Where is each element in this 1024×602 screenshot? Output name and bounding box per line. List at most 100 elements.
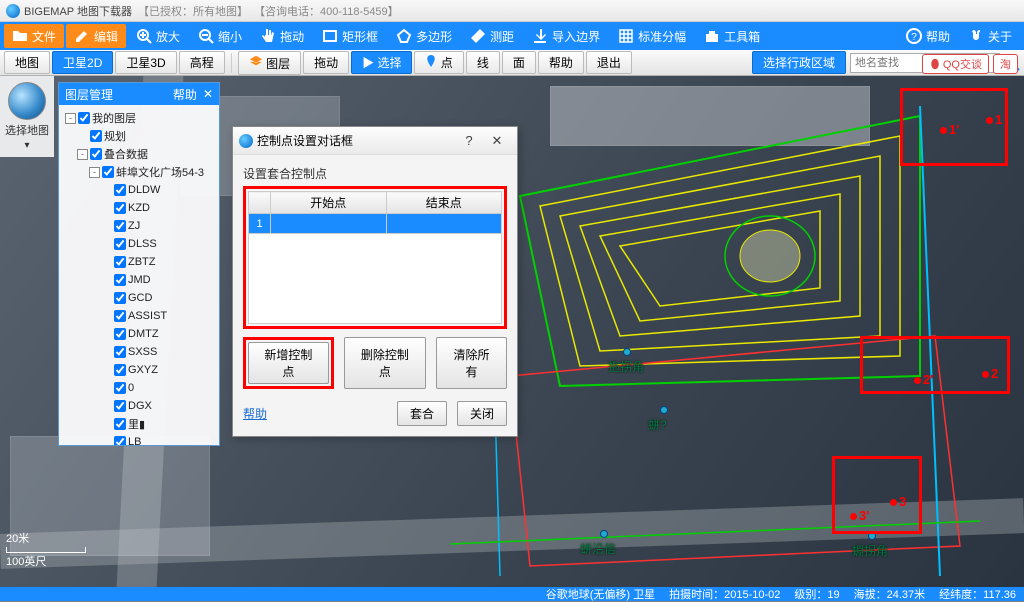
cell-end[interactable]	[386, 214, 502, 234]
tree-item-dgx[interactable]: DGX	[61, 397, 217, 415]
sat3d-tab[interactable]: 卫星3D	[115, 51, 176, 74]
tree-item-zbtz[interactable]: ZBTZ	[61, 253, 217, 271]
clear-all-button[interactable]: 清除所有	[436, 337, 507, 389]
status-bar: 谷歌地球(无偏移) 卫星 拍摄时间：2015-10-02 级别：19 海拔：24…	[0, 587, 1024, 601]
qq-chat-button[interactable]: QQ交谈	[922, 54, 989, 74]
close-button[interactable]: 关闭	[457, 401, 507, 426]
tree-checkbox[interactable]	[114, 238, 126, 250]
tree-item-lb[interactable]: LB	[61, 433, 217, 445]
layers-button[interactable]: 图层	[238, 51, 301, 75]
tree-toggle-icon[interactable]: -	[65, 113, 76, 124]
map-canvas[interactable]: 1 1' 2 2' 3 3' 拖拐角 蛢? 蛢沿信 蜵拐角 图层管理 帮助 ✕ …	[0, 76, 1024, 587]
tree-item-kzd[interactable]: KZD	[61, 199, 217, 217]
tree-checkbox[interactable]	[114, 256, 126, 268]
control-point-table[interactable]: 开始点 结束点 1	[248, 191, 502, 234]
zoom-out-button[interactable]: 缩小	[190, 24, 250, 48]
tree-item-gxyz[interactable]: GXYZ	[61, 361, 217, 379]
layer-panel-header[interactable]: 图层管理 帮助 ✕	[59, 83, 219, 105]
tree-checkbox[interactable]	[114, 202, 126, 214]
delete-control-point-button[interactable]: 删除控制点	[344, 337, 426, 389]
dialog-close-button[interactable]: ✕	[483, 133, 511, 149]
marker-3p[interactable]: 3'	[850, 508, 869, 523]
tree-item-0[interactable]: 0	[61, 379, 217, 397]
file-menu[interactable]: 文件	[4, 24, 64, 48]
dialog-help-button[interactable]: ?	[455, 133, 483, 148]
exit-button[interactable]: 退出	[586, 51, 632, 74]
vertex-dot[interactable]	[623, 348, 631, 356]
tree-parent[interactable]: -蚌埠文化广场54-3	[61, 163, 217, 181]
help-button[interactable]: ?帮助	[898, 24, 958, 48]
cell-start[interactable]	[271, 214, 387, 234]
tree-checkbox[interactable]	[114, 436, 126, 445]
tree-checkbox[interactable]	[114, 382, 126, 394]
tree-my-layers[interactable]: -我的图层	[61, 109, 217, 127]
zoom-in-button[interactable]: 放大	[128, 24, 188, 48]
tree-item-sxss[interactable]: SXSS	[61, 343, 217, 361]
measure-button[interactable]: 测距	[462, 24, 522, 48]
tree-checkbox[interactable]	[114, 310, 126, 322]
tree-checkbox[interactable]	[90, 148, 102, 160]
tree-checkbox[interactable]	[78, 112, 90, 124]
tree-toggle-icon[interactable]: -	[77, 149, 88, 160]
sat2d-tab[interactable]: 卫星2D	[52, 51, 113, 74]
about-button[interactable]: 关于	[960, 24, 1020, 48]
tree-item-assist[interactable]: ASSIST	[61, 307, 217, 325]
sub-help-button[interactable]: 帮助	[538, 51, 584, 74]
select-button[interactable]: ▶ 选择	[351, 51, 412, 74]
map-selector-chevron-icon[interactable]: ▾	[2, 140, 52, 151]
polygon-button[interactable]: 多边形	[388, 24, 460, 48]
dialog-help-link[interactable]: 帮助	[243, 405, 267, 422]
tree-checkbox[interactable]	[114, 328, 126, 340]
tree-item-dmtz[interactable]: DMTZ	[61, 325, 217, 343]
rect-button[interactable]: 矩形框	[314, 24, 386, 48]
status-level: 级别：19	[794, 586, 839, 602]
marker-2[interactable]: 2	[982, 366, 998, 381]
tree-overlay-data[interactable]: -叠合数据	[61, 145, 217, 163]
tree-checkbox[interactable]	[114, 292, 126, 304]
tree-item-dldw[interactable]: DLDW	[61, 181, 217, 199]
earth-icon[interactable]	[8, 82, 46, 120]
tree-toggle-icon[interactable]: -	[89, 167, 100, 178]
pan-button[interactable]: 拖动	[252, 24, 312, 48]
tree-item-jmd[interactable]: JMD	[61, 271, 217, 289]
vertex-dot[interactable]	[600, 530, 608, 538]
tree-checkbox[interactable]	[114, 346, 126, 358]
line-button[interactable]: 线	[466, 51, 500, 74]
tree-checkbox[interactable]	[114, 274, 126, 286]
tree-checkbox[interactable]	[114, 400, 126, 412]
polygon-sub-button[interactable]: 面	[502, 51, 536, 74]
tree-item-里▮[interactable]: 里▮	[61, 415, 217, 433]
marker-1[interactable]: 1	[986, 112, 1002, 127]
edit-menu[interactable]: 编辑	[66, 24, 126, 48]
add-control-point-button[interactable]: 新增控制点	[248, 342, 329, 384]
layer-help-link[interactable]: 帮助	[173, 86, 197, 103]
vertex-dot[interactable]	[660, 406, 668, 414]
import-boundary-button[interactable]: 导入边界	[524, 24, 608, 48]
marker-3[interactable]: 3	[890, 494, 906, 509]
standard-sheet-button[interactable]: 标准分幅	[610, 24, 694, 48]
map-tab[interactable]: 地图	[4, 51, 50, 74]
tree-item-gcd[interactable]: GCD	[61, 289, 217, 307]
region-select-button[interactable]: 选择行政区域	[752, 51, 846, 74]
point-button[interactable]: 点	[414, 51, 463, 74]
tree-checkbox[interactable]	[114, 220, 126, 232]
tree-planning[interactable]: 规划	[61, 127, 217, 145]
taobao-button[interactable]: 淘	[993, 54, 1018, 74]
table-row[interactable]: 1	[249, 214, 502, 234]
tree-checkbox[interactable]	[114, 364, 126, 376]
tree-checkbox[interactable]	[102, 166, 114, 178]
dialog-titlebar[interactable]: 控制点设置对话框 ? ✕	[233, 127, 517, 155]
fit-button[interactable]: 套合	[397, 401, 447, 426]
tree-checkbox[interactable]	[90, 130, 102, 142]
marker-1p[interactable]: 1'	[940, 122, 959, 137]
tree-item-dlss[interactable]: DLSS	[61, 235, 217, 253]
sub-pan-button[interactable]: 拖动	[303, 51, 349, 74]
layer-close-button[interactable]: ✕	[203, 87, 213, 101]
tree-checkbox[interactable]	[114, 418, 126, 430]
tree-item-zj[interactable]: ZJ	[61, 217, 217, 235]
toolbox-button[interactable]: 工具箱	[696, 24, 768, 48]
tree-checkbox[interactable]	[114, 184, 126, 196]
elevation-tab[interactable]: 高程	[179, 51, 225, 74]
layer-tree[interactable]: -我的图层规划-叠合数据-蚌埠文化广场54-3DLDWKZDZJDLSSZBTZ…	[59, 105, 219, 445]
marker-2p[interactable]: 2'	[914, 372, 933, 387]
